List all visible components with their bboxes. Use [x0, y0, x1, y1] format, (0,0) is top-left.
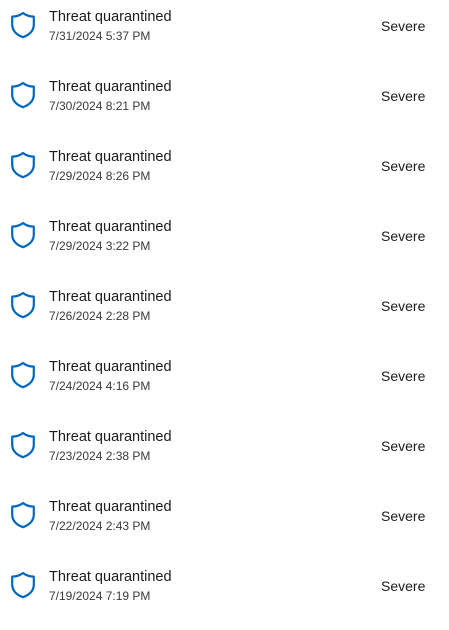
severity-label: Severe [381, 368, 426, 384]
shield-icon [11, 501, 35, 529]
item-date: 7/22/2024 2:43 PM [49, 519, 151, 533]
history-item[interactable]: Threat quarantined 7/24/2024 4:16 PM Sev… [0, 350, 449, 420]
severity-label: Severe [381, 158, 426, 174]
shield-icon [11, 431, 35, 459]
protection-history-list: Threat quarantined 7/31/2024 5:37 PM Sev… [0, 0, 449, 630]
item-date: 7/24/2024 4:16 PM [49, 379, 151, 393]
item-title: Threat quarantined [49, 9, 172, 25]
shield-icon [11, 361, 35, 389]
shield-icon [11, 151, 35, 179]
severity-label: Severe [381, 298, 426, 314]
shield-icon [11, 11, 35, 39]
history-item[interactable]: Threat quarantined 7/29/2024 8:26 PM Sev… [0, 140, 449, 210]
shield-icon [11, 221, 35, 249]
severity-label: Severe [381, 578, 426, 594]
item-title: Threat quarantined [49, 79, 172, 95]
item-date: 7/31/2024 5:37 PM [49, 29, 151, 43]
item-title: Threat quarantined [49, 359, 172, 375]
item-date: 7/23/2024 2:38 PM [49, 449, 151, 463]
item-title: Threat quarantined [49, 499, 172, 515]
severity-label: Severe [381, 18, 426, 34]
history-item[interactable]: Threat quarantined 7/26/2024 2:28 PM Sev… [0, 280, 449, 350]
shield-icon [11, 571, 35, 599]
history-item[interactable]: Threat quarantined 7/31/2024 5:37 PM Sev… [0, 0, 449, 70]
history-item[interactable]: Threat quarantined 7/22/2024 2:43 PM Sev… [0, 490, 449, 560]
item-title: Threat quarantined [49, 149, 172, 165]
severity-label: Severe [381, 88, 426, 104]
item-title: Threat quarantined [49, 569, 172, 585]
item-date: 7/30/2024 8:21 PM [49, 99, 151, 113]
shield-icon [11, 291, 35, 319]
item-title: Threat quarantined [49, 429, 172, 445]
item-date: 7/29/2024 8:26 PM [49, 169, 151, 183]
item-date: 7/19/2024 7:19 PM [49, 589, 151, 603]
severity-label: Severe [381, 508, 426, 524]
history-item[interactable]: Threat quarantined 7/23/2024 2:38 PM Sev… [0, 420, 449, 490]
history-item[interactable]: Threat quarantined 7/19/2024 7:19 PM Sev… [0, 560, 449, 630]
severity-label: Severe [381, 228, 426, 244]
item-date: 7/26/2024 2:28 PM [49, 309, 151, 323]
shield-icon [11, 81, 35, 109]
severity-label: Severe [381, 438, 426, 454]
item-date: 7/29/2024 3:22 PM [49, 239, 151, 253]
history-item[interactable]: Threat quarantined 7/30/2024 8:21 PM Sev… [0, 70, 449, 140]
item-title: Threat quarantined [49, 219, 172, 235]
item-title: Threat quarantined [49, 289, 172, 305]
history-item[interactable]: Threat quarantined 7/29/2024 3:22 PM Sev… [0, 210, 449, 280]
